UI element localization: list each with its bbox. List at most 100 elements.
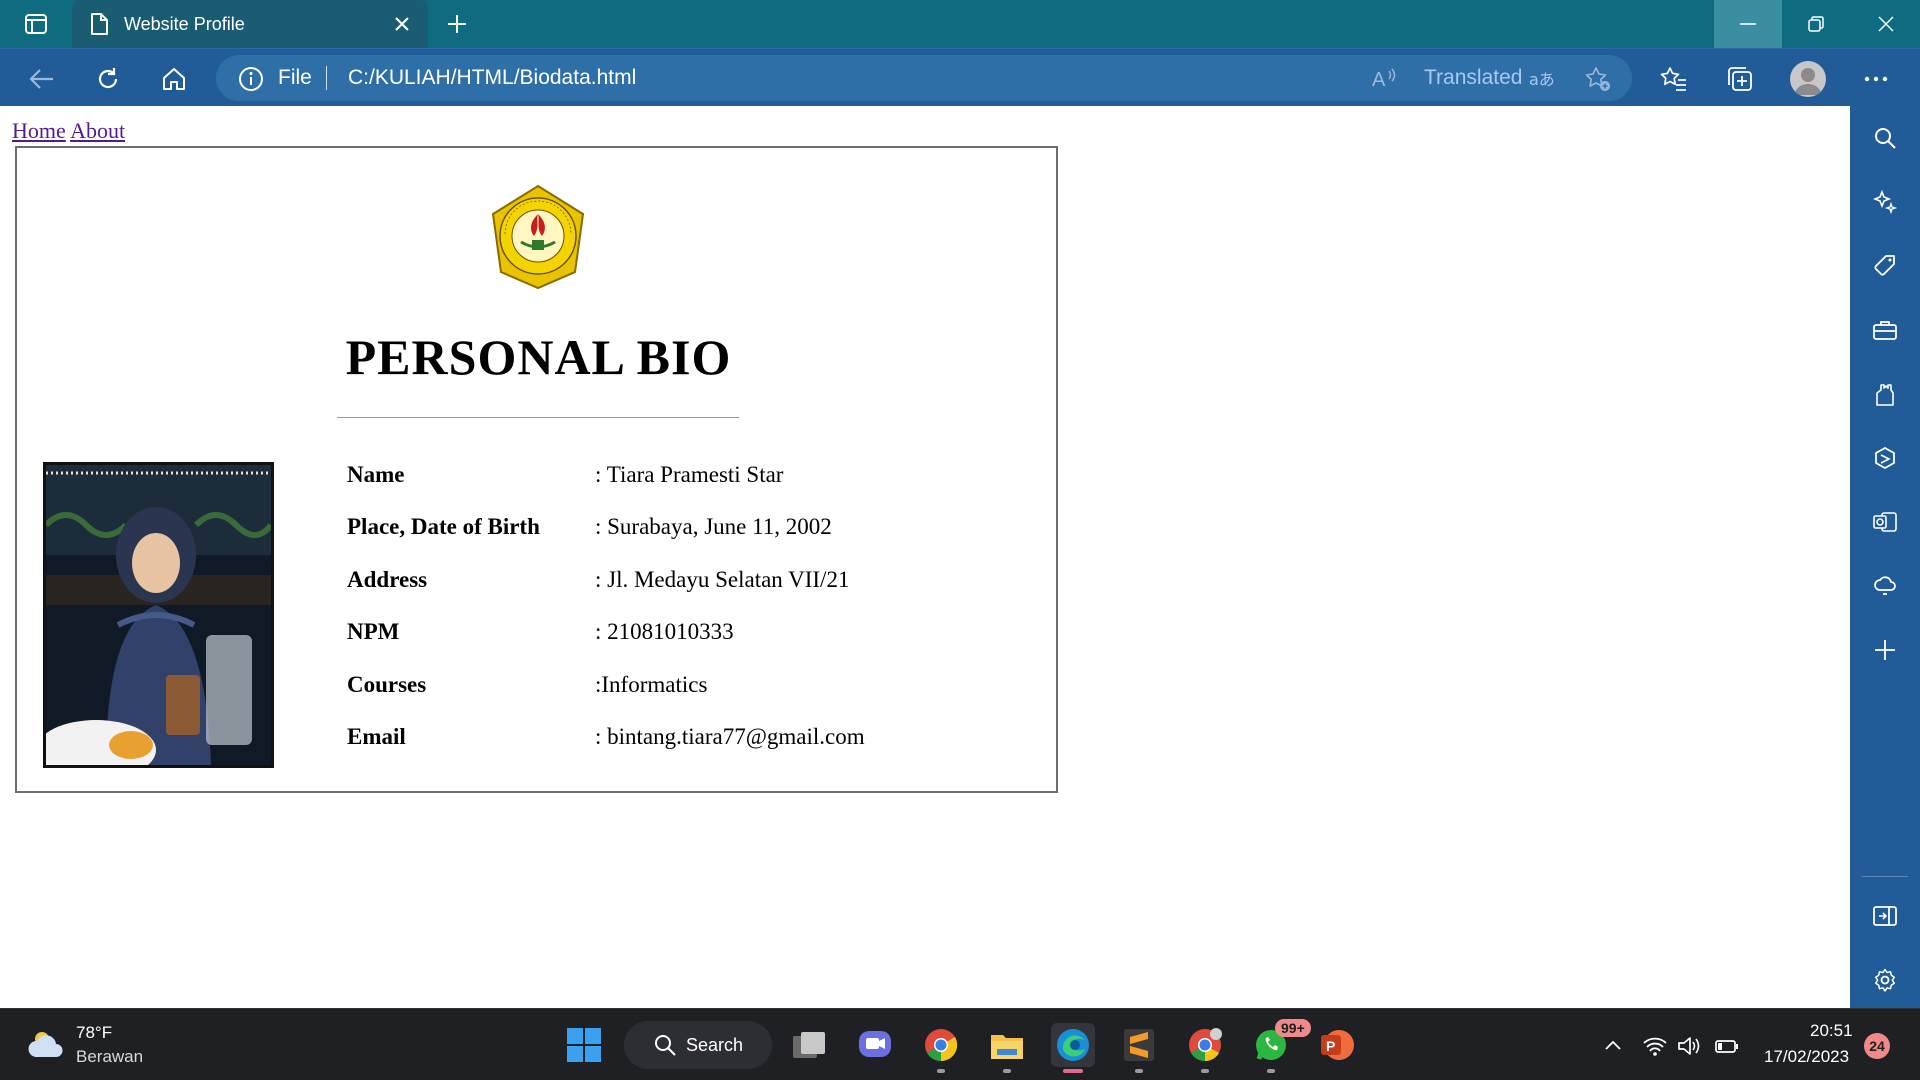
tab-title: Website Profile — [124, 13, 245, 34]
running-indicator — [1267, 1069, 1275, 1073]
more-menu-icon[interactable] — [1858, 61, 1894, 97]
search-icon[interactable] — [1867, 120, 1903, 156]
powerpoint-icon[interactable]: P — [1315, 1023, 1359, 1067]
settings-gear-icon[interactable] — [1867, 962, 1903, 998]
add-favorite-icon[interactable] — [1584, 65, 1612, 93]
sidebar-divider — [1862, 876, 1908, 877]
outlook-icon[interactable] — [1867, 504, 1903, 540]
bio-value: :Informatics — [595, 672, 708, 697]
clock-date[interactable]: 17/02/2023 — [1764, 1047, 1849, 1067]
bio-label: Email — [347, 724, 406, 749]
home-icon[interactable] — [154, 59, 194, 99]
tab-website-profile[interactable]: Website Profile — [72, 0, 428, 48]
address-separator — [326, 66, 327, 90]
teams-chat-icon[interactable] — [853, 1023, 897, 1067]
refresh-icon[interactable] — [88, 59, 128, 99]
svg-text:A: A — [1372, 69, 1386, 91]
collections-icon[interactable] — [1722, 61, 1758, 97]
discover-icon[interactable] — [1867, 184, 1903, 220]
page-content: Home About PERSONAL BIO Name: Tiara Pra… — [0, 106, 1850, 1008]
bio-value: : Tiara Pramesti Star — [595, 462, 784, 487]
chrome-icon[interactable] — [919, 1023, 963, 1073]
chrome-profile-icon[interactable] — [1183, 1023, 1227, 1073]
browser-titlebar: Website Profile — [0, 0, 1920, 48]
running-indicator — [1003, 1069, 1011, 1073]
hide-sidebar-icon[interactable] — [1867, 898, 1903, 934]
bio-label: Courses — [347, 672, 427, 697]
page-icon — [88, 13, 110, 35]
profile-photo — [43, 462, 274, 768]
windows-taskbar: 78°F Berawan Search 99+ P 20:51 17/02/20… — [0, 1008, 1920, 1080]
read-aloud-icon[interactable]: A — [1370, 65, 1398, 93]
bio-value: : Jl. Medayu Selatan VII/21 — [595, 567, 850, 592]
edge-sidebar — [1850, 106, 1920, 1008]
info-icon[interactable] — [238, 66, 264, 92]
page-title: PERSONAL BIO — [345, 329, 732, 385]
windows-start-icon[interactable] — [562, 1023, 606, 1067]
title-divider — [337, 417, 739, 418]
svg-text:aあ: aあ — [1529, 70, 1555, 89]
new-tab-icon[interactable] — [440, 8, 474, 40]
weather-temperature[interactable]: 78°F — [76, 1023, 112, 1043]
tools-briefcase-icon[interactable] — [1867, 312, 1903, 348]
bio-label: Name — [347, 462, 405, 487]
bio-row-npm: NPM : 21081010333 — [347, 619, 1047, 659]
wifi-icon[interactable] — [1642, 1033, 1668, 1059]
file-explorer-icon[interactable] — [985, 1023, 1029, 1073]
weather-cloudy-icon[interactable] — [26, 1025, 66, 1065]
edge-icon[interactable] — [1051, 1023, 1095, 1073]
scheme-label: File — [278, 66, 312, 89]
bio-label: Address — [347, 567, 428, 592]
browser-toolbar: File C:/KULIAH/HTML/Biodata.html A Trans… — [0, 48, 1920, 106]
search-icon — [655, 1035, 676, 1056]
shopping-tag-icon[interactable] — [1867, 248, 1903, 284]
bio-label: NPM — [347, 619, 400, 644]
university-logo — [485, 184, 591, 290]
back-icon[interactable] — [22, 59, 62, 99]
bio-row-courses: Courses :Informatics — [347, 672, 1047, 712]
whatsapp-icon[interactable]: 99+ — [1249, 1019, 1311, 1073]
close-tab-icon[interactable] — [390, 12, 414, 36]
bio-row-birth: Place, Date of Birth : Surabaya, June 11… — [347, 514, 1047, 554]
bio-row-email: Email : bintang.tiara77@gmail.com — [347, 724, 1047, 764]
games-icon[interactable] — [1867, 376, 1903, 412]
bio-value: : 21081010333 — [595, 619, 734, 644]
address-bar[interactable]: File C:/KULIAH/HTML/Biodata.html A Trans… — [216, 55, 1632, 101]
url-text[interactable]: C:/KULIAH/HTML/Biodata.html — [348, 66, 636, 90]
taskbar-search[interactable]: Search — [624, 1021, 772, 1069]
bio-value: : Surabaya, June 11, 2002 — [595, 514, 832, 539]
weather-description[interactable]: Berawan — [76, 1047, 143, 1067]
bio-card: PERSONAL BIO Name: Tiara Pramesti Star … — [15, 146, 1058, 793]
battery-icon[interactable] — [1714, 1033, 1740, 1059]
office-icon[interactable] — [1867, 440, 1903, 476]
clock-time[interactable]: 20:51 — [1810, 1021, 1853, 1041]
bio-row-name: Name : Tiara Pramesti Star — [347, 462, 1047, 502]
profile-avatar[interactable] — [1790, 61, 1826, 97]
svg-text:P: P — [1326, 1038, 1335, 1054]
close-window-icon[interactable] — [1852, 0, 1920, 48]
favorites-icon[interactable] — [1656, 61, 1692, 97]
nav-link-about[interactable]: About — [70, 118, 125, 143]
search-label: Search — [686, 1034, 744, 1055]
add-sidebar-app-icon[interactable] — [1867, 632, 1903, 668]
minimize-icon[interactable] — [1714, 0, 1782, 48]
translate-icon[interactable]: aあ — [1528, 65, 1556, 93]
bio-label: Place, Date of Birth — [347, 514, 540, 539]
active-indicator — [1063, 1069, 1083, 1073]
sublime-text-icon[interactable] — [1117, 1023, 1161, 1073]
task-view-icon[interactable] — [787, 1023, 831, 1067]
running-indicator — [1135, 1069, 1143, 1073]
running-indicator — [1201, 1069, 1209, 1073]
nav-link-home[interactable]: Home — [12, 118, 66, 143]
whatsapp-unread-badge: 99+ — [1275, 1019, 1311, 1037]
volume-icon[interactable] — [1676, 1033, 1702, 1059]
bio-row-address: Address : Jl. Medayu Selatan VII/21 — [347, 567, 1047, 607]
top-nav: Home About — [12, 118, 125, 144]
restore-icon[interactable] — [1782, 0, 1850, 48]
notification-badge[interactable]: 24 — [1864, 1033, 1890, 1059]
running-indicator — [937, 1069, 945, 1073]
tab-actions-icon[interactable] — [18, 10, 54, 38]
chevron-up-icon[interactable] — [1600, 1033, 1626, 1059]
drop-cloud-icon[interactable] — [1867, 568, 1903, 604]
translated-label[interactable]: Translated — [1424, 66, 1522, 90]
